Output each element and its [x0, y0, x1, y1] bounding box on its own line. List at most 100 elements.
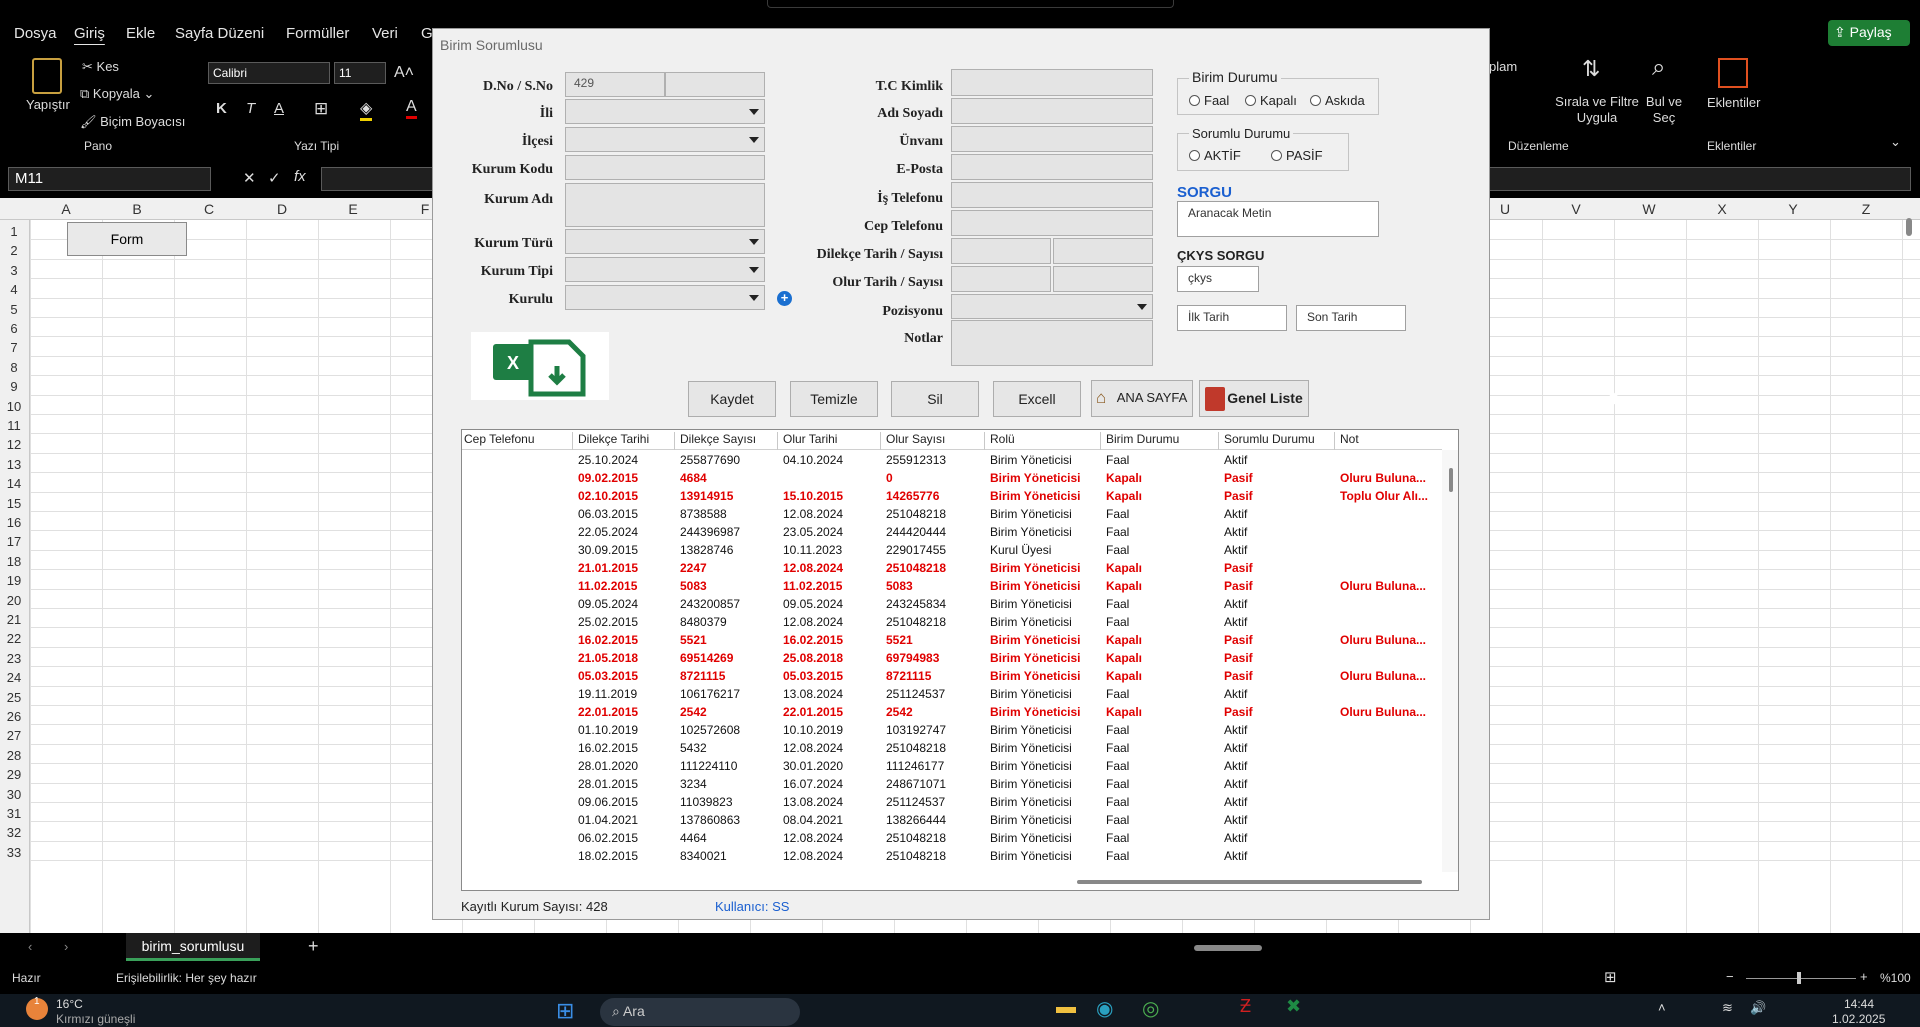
- app-chrome-icon[interactable]: ◎: [1142, 996, 1159, 1021]
- ribbon-collapse-icon[interactable]: ⌄: [1890, 134, 1901, 150]
- column-header-W[interactable]: W: [1629, 201, 1669, 217]
- menu-veri[interactable]: Veri: [372, 25, 398, 42]
- list-row[interactable]: 02.10.2015 13914915 15.10.2015 14265776 Biri…: [462, 488, 1442, 506]
- cut-button[interactable]: ✂ Kes: [82, 59, 119, 75]
- wifi-icon[interactable]: ≋: [1722, 1000, 1733, 1016]
- font-size-select[interactable]: 11: [334, 62, 386, 84]
- copy-button[interactable]: ⧉ Kopyala ⌄: [80, 86, 154, 102]
- accessibility-status[interactable]: Erişilebilirlik: Her şey hazır: [116, 971, 257, 985]
- dilekce-sayi-field[interactable]: [1053, 238, 1153, 264]
- row-header-10[interactable]: 10: [0, 399, 28, 414]
- clock-date[interactable]: 1.02.2025: [1832, 1012, 1885, 1026]
- sil-button[interactable]: Sil: [891, 381, 979, 417]
- list-row[interactable]: 06.02.2015 4464 12.08.2024 251048218 Birim Y…: [462, 830, 1442, 848]
- list-column-header[interactable]: Dilekçe Tarihi: [572, 432, 674, 450]
- list-row[interactable]: 21.01.2015 2247 12.08.2024 251048218 Birim Y…: [462, 560, 1442, 578]
- row-header-7[interactable]: 7: [0, 340, 28, 355]
- find-icon[interactable]: ⌕: [1652, 54, 1665, 82]
- format-painter-button[interactable]: 🖌 Biçim Boyacısı: [80, 114, 185, 130]
- find-select-label[interactable]: Bul ve Seç: [1644, 94, 1684, 126]
- radio-pasif-circle[interactable]: [1271, 150, 1282, 161]
- cks-input[interactable]: çkys: [1177, 266, 1259, 292]
- radio-faal-circle[interactable]: [1189, 95, 1200, 106]
- row-header-6[interactable]: 6: [0, 321, 28, 336]
- column-header-E[interactable]: E: [333, 201, 373, 217]
- list-row[interactable]: 01.10.2019 102572608 10.10.2019 103192747 Bi…: [462, 722, 1442, 740]
- app-edge-icon[interactable]: ◉: [1096, 996, 1113, 1021]
- tray-up-icon[interactable]: ˄: [1658, 1000, 1666, 1015]
- list-row[interactable]: 25.02.2015 8480379 12.08.2024 251048218 Biri…: [462, 614, 1442, 632]
- list-row[interactable]: 18.02.2015 8340021 12.08.2024 251048218 Biri…: [462, 848, 1442, 866]
- dilekce-tarih-field[interactable]: [951, 238, 1051, 264]
- sum-partial-label[interactable]: plam: [1489, 59, 1517, 74]
- column-header-Z[interactable]: Z: [1846, 201, 1886, 217]
- fill-color-icon[interactable]: ◈: [360, 98, 373, 121]
- list-row[interactable]: 28.01.2015 3234 16.07.2024 248671071 Birim Y…: [462, 776, 1442, 794]
- radio-askida-circle[interactable]: [1310, 95, 1321, 106]
- list-hscroll-thumb[interactable]: [1077, 880, 1422, 884]
- row-header-3[interactable]: 3: [0, 263, 28, 278]
- normal-view-icon[interactable]: ⊞: [1604, 968, 1617, 986]
- list-column-header[interactable]: Sorumlu Durumu: [1218, 432, 1334, 450]
- column-header-A[interactable]: A: [46, 201, 86, 217]
- list-row[interactable]: 11.02.2015 5083 11.02.2015 5083 Birim Yöneti…: [462, 578, 1442, 596]
- app-excel-icon[interactable]: ✖: [1286, 996, 1301, 1017]
- row-header-5[interactable]: 5: [0, 302, 28, 317]
- list-row[interactable]: 22.05.2024 244396987 23.05.2024 244420444 Bi…: [462, 524, 1442, 542]
- ilk-tarih-input[interactable]: İlk Tarih: [1177, 305, 1287, 331]
- column-header-X[interactable]: X: [1702, 201, 1742, 217]
- row-header-14[interactable]: 14: [0, 476, 28, 491]
- menu-dosya[interactable]: Dosya: [14, 25, 57, 42]
- tc-field[interactable]: [951, 69, 1153, 96]
- column-header-B[interactable]: B: [117, 201, 157, 217]
- volume-icon[interactable]: 🔊: [1750, 1000, 1766, 1016]
- font-color-icon[interactable]: A: [406, 98, 417, 119]
- radio-kapali[interactable]: Kapalı: [1245, 93, 1297, 108]
- name-box[interactable]: M11: [8, 167, 211, 191]
- temizle-button[interactable]: Temizle: [790, 381, 878, 417]
- radio-askida[interactable]: Askıda: [1310, 93, 1365, 108]
- app-file-explorer-icon[interactable]: ▬: [1056, 996, 1076, 1019]
- ad-soyad-field[interactable]: [951, 98, 1153, 124]
- row-header-26[interactable]: 26: [0, 709, 28, 724]
- list-row[interactable]: 16.02.2015 5432 12.08.2024 251048218 Birim Y…: [462, 740, 1442, 758]
- is-telefonu-field[interactable]: [951, 182, 1153, 208]
- clock-time[interactable]: 14:44: [1844, 997, 1874, 1011]
- app-filezilla-icon[interactable]: Ƶ: [1240, 996, 1251, 1017]
- fx-icon[interactable]: fx: [294, 168, 306, 185]
- zoom-slider[interactable]: [1746, 978, 1856, 979]
- column-header-V[interactable]: V: [1556, 201, 1596, 217]
- zoom-out-icon[interactable]: −: [1726, 969, 1734, 984]
- addins-icon[interactable]: [1718, 58, 1748, 88]
- list-column-header[interactable]: Olur Sayısı: [880, 432, 984, 450]
- top-search-box[interactable]: [767, 0, 1174, 8]
- radio-kapali-circle[interactable]: [1245, 95, 1256, 106]
- menu-ekle[interactable]: Ekle: [126, 25, 155, 42]
- row-header-20[interactable]: 20: [0, 593, 28, 608]
- row-header-30[interactable]: 30: [0, 787, 28, 802]
- row-header-28[interactable]: 28: [0, 748, 28, 763]
- row-header-23[interactable]: 23: [0, 651, 28, 666]
- borders-icon[interactable]: ⊞: [314, 99, 328, 119]
- enter-icon[interactable]: ✓: [268, 169, 281, 187]
- sorgu-input[interactable]: Aranacak Metin: [1177, 201, 1379, 237]
- add-sheet-icon[interactable]: +: [308, 936, 319, 957]
- cancel-icon[interactable]: ✕: [243, 169, 256, 187]
- unvan-field[interactable]: [951, 126, 1153, 152]
- row-header-4[interactable]: 4: [0, 282, 28, 297]
- list-column-header[interactable]: Cep Telefonu: [462, 432, 572, 450]
- italic-button[interactable]: T: [246, 100, 255, 117]
- list-column-header[interactable]: Olur Tarihi: [777, 432, 880, 450]
- ana-sayfa-button[interactable]: ⌂ ANA SAYFA: [1091, 380, 1193, 417]
- paste-icon[interactable]: [32, 58, 62, 94]
- paste-label[interactable]: Yapıştır: [26, 97, 70, 112]
- row-header-2[interactable]: 2: [0, 243, 28, 258]
- radio-aktif-circle[interactable]: [1189, 150, 1200, 161]
- list-row[interactable]: 28.01.2020 111224110 30.01.2020 111246177 Bi…: [462, 758, 1442, 776]
- notlar-field[interactable]: [951, 320, 1153, 366]
- row-header-8[interactable]: 8: [0, 360, 28, 375]
- row-header-21[interactable]: 21: [0, 612, 28, 627]
- row-header-12[interactable]: 12: [0, 437, 28, 452]
- pozisyon-dropdown[interactable]: [951, 294, 1153, 319]
- row-header-11[interactable]: 11: [0, 418, 28, 433]
